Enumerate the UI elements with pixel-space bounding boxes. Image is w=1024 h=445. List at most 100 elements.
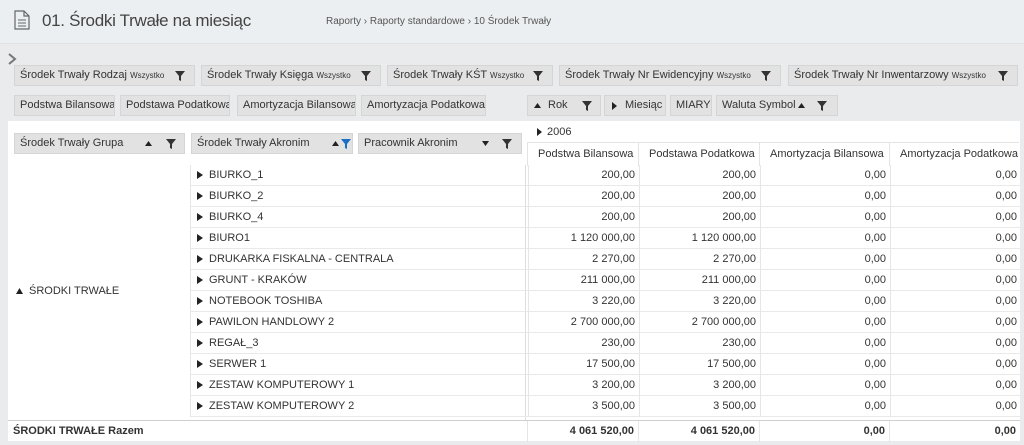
row-header[interactable]: REGAŁ_3: [191, 333, 528, 354]
expand-icon[interactable]: [537, 128, 542, 136]
table-cell[interactable]: 0,00: [760, 207, 890, 228]
table-cell[interactable]: 200,00: [528, 165, 639, 186]
filter-icon[interactable]: [361, 71, 371, 81]
table-cell[interactable]: 0,00: [890, 354, 1021, 375]
table-cell[interactable]: 0,00: [890, 291, 1021, 312]
table-cell[interactable]: 17 500,00: [528, 354, 639, 375]
row-header[interactable]: ZESTAW KOMPUTEROWY 1: [191, 375, 528, 396]
expand-icon[interactable]: [197, 213, 203, 221]
table-cell[interactable]: 0,00: [890, 396, 1021, 417]
row-header[interactable]: NOTEBOOK TOSHIBA: [191, 291, 528, 312]
table-cell[interactable]: 211 000,00: [528, 270, 639, 291]
expand-icon[interactable]: [197, 297, 203, 305]
table-cell[interactable]: 0,00: [760, 396, 890, 417]
column-field-miesiac[interactable]: Miesiąc: [604, 95, 666, 116]
data-field-podstawa-bilansowa[interactable]: Podstwa Bilansowa: [14, 95, 115, 116]
table-cell[interactable]: 230,00: [639, 333, 760, 354]
row-header[interactable]: DRUKARKA FISKALNA - CENTRALA: [191, 249, 528, 270]
table-cell[interactable]: 200,00: [528, 207, 639, 228]
table-cell[interactable]: 0,00: [890, 207, 1021, 228]
sort-descending-icon[interactable]: [482, 141, 489, 146]
expand-icon[interactable]: [197, 381, 203, 389]
sort-ascending-icon[interactable]: [145, 141, 152, 146]
row-header[interactable]: BIURKO_2: [191, 186, 528, 207]
table-cell[interactable]: 0,00: [890, 228, 1021, 249]
row-field-grupa[interactable]: Środek Trwały Grupa: [14, 133, 185, 154]
row-header[interactable]: SERWER 1: [191, 354, 528, 375]
table-cell[interactable]: 2 700 000,00: [639, 312, 760, 333]
table-cell[interactable]: 3 500,00: [639, 396, 760, 417]
table-cell[interactable]: 0,00: [760, 249, 890, 270]
table-cell[interactable]: 200,00: [639, 186, 760, 207]
filter-icon[interactable]: [175, 71, 185, 81]
table-cell[interactable]: 0,00: [890, 249, 1021, 270]
table-cell[interactable]: 2 270,00: [528, 249, 639, 270]
table-cell[interactable]: 200,00: [528, 186, 639, 207]
table-cell[interactable]: 0,00: [760, 312, 890, 333]
collapse-icon[interactable]: [16, 288, 23, 294]
expand-icon[interactable]: [197, 402, 203, 410]
data-field-amortyzacja-podatkowa[interactable]: Amortyzacja Podatkowa: [361, 95, 486, 116]
breadcrumb[interactable]: Raporty › Raporty standardowe › 10 Środe…: [326, 16, 551, 27]
column-field-rok[interactable]: Rok: [527, 95, 601, 116]
table-cell[interactable]: 0,00: [760, 333, 890, 354]
column-field-waluta-symbol[interactable]: Waluta Symbol: [716, 95, 838, 116]
table-cell[interactable]: 3 220,00: [528, 291, 639, 312]
table-cell[interactable]: 0,00: [760, 165, 890, 186]
table-cell[interactable]: 0,00: [890, 165, 1021, 186]
expand-icon[interactable]: [197, 234, 203, 242]
table-cell[interactable]: 0,00: [890, 375, 1021, 396]
filter-icon[interactable]: [761, 71, 771, 81]
expand-icon[interactable]: [197, 255, 203, 263]
filter-chip[interactable]: Środek Trwały KŚT Wszystko: [387, 65, 553, 86]
sort-ascending-icon[interactable]: [798, 103, 805, 108]
data-field-podstawa-podatkowa[interactable]: Podstawa Podatkowa: [120, 95, 230, 116]
expand-icon[interactable]: [612, 102, 617, 110]
row-field-pracownik[interactable]: Pracownik Akronim: [358, 133, 522, 154]
table-cell[interactable]: 3 500,00: [528, 396, 639, 417]
table-cell[interactable]: 3 200,00: [639, 375, 760, 396]
group-label[interactable]: ŚRODKI TRWAŁE: [29, 285, 119, 297]
filter-icon[interactable]: [166, 139, 176, 149]
table-cell[interactable]: 0,00: [760, 354, 890, 375]
filter-icon[interactable]: [582, 101, 592, 111]
table-cell[interactable]: 1 120 000,00: [639, 228, 760, 249]
filter-chip[interactable]: Środek Trwały Nr Inwentarzowy Wszystko: [788, 65, 1018, 86]
table-cell[interactable]: 2 700 000,00: [528, 312, 639, 333]
column-header[interactable]: Podstawa Podatkowa: [638, 143, 759, 166]
column-header[interactable]: Podstwa Bilansowa: [527, 143, 638, 166]
table-cell[interactable]: 0,00: [760, 270, 890, 291]
table-cell[interactable]: 0,00: [760, 186, 890, 207]
table-cell[interactable]: 0,00: [890, 312, 1021, 333]
row-header[interactable]: ZESTAW KOMPUTEROWY 2: [191, 396, 528, 417]
table-cell[interactable]: 2 270,00: [639, 249, 760, 270]
table-cell[interactable]: 0,00: [760, 291, 890, 312]
table-cell[interactable]: 211 000,00: [639, 270, 760, 291]
table-cell[interactable]: 0,00: [760, 375, 890, 396]
table-cell[interactable]: 1 120 000,00: [528, 228, 639, 249]
filter-icon[interactable]: [817, 101, 827, 111]
filter-chip[interactable]: Środek Trwały Księga Wszystko: [201, 65, 381, 86]
table-cell[interactable]: 200,00: [639, 165, 760, 186]
sort-ascending-icon[interactable]: [332, 141, 339, 146]
column-header-year[interactable]: 2006: [527, 121, 1019, 143]
table-cell[interactable]: 0,00: [890, 186, 1021, 207]
expand-icon[interactable]: [197, 276, 203, 284]
table-cell[interactable]: 0,00: [890, 270, 1021, 291]
table-cell[interactable]: 230,00: [528, 333, 639, 354]
filter-icon[interactable]: [502, 139, 512, 149]
column-header[interactable]: Amortyzacja Bilansowa: [759, 143, 889, 166]
sort-ascending-icon[interactable]: [534, 103, 541, 108]
filter-active-icon[interactable]: [341, 139, 351, 149]
table-cell[interactable]: 17 500,00: [639, 354, 760, 375]
row-header[interactable]: PAWILON HANDLOWY 2: [191, 312, 528, 333]
expand-icon[interactable]: [197, 360, 203, 368]
expand-icon[interactable]: [197, 192, 203, 200]
filter-icon[interactable]: [998, 71, 1008, 81]
row-field-akronim[interactable]: Środek Trwały Akronim: [191, 133, 353, 154]
table-cell[interactable]: 3 220,00: [639, 291, 760, 312]
row-header[interactable]: BIURKO_1: [191, 165, 528, 186]
expand-icon[interactable]: [197, 171, 203, 179]
table-cell[interactable]: 200,00: [639, 207, 760, 228]
column-field-miary[interactable]: MIARY: [670, 95, 712, 116]
